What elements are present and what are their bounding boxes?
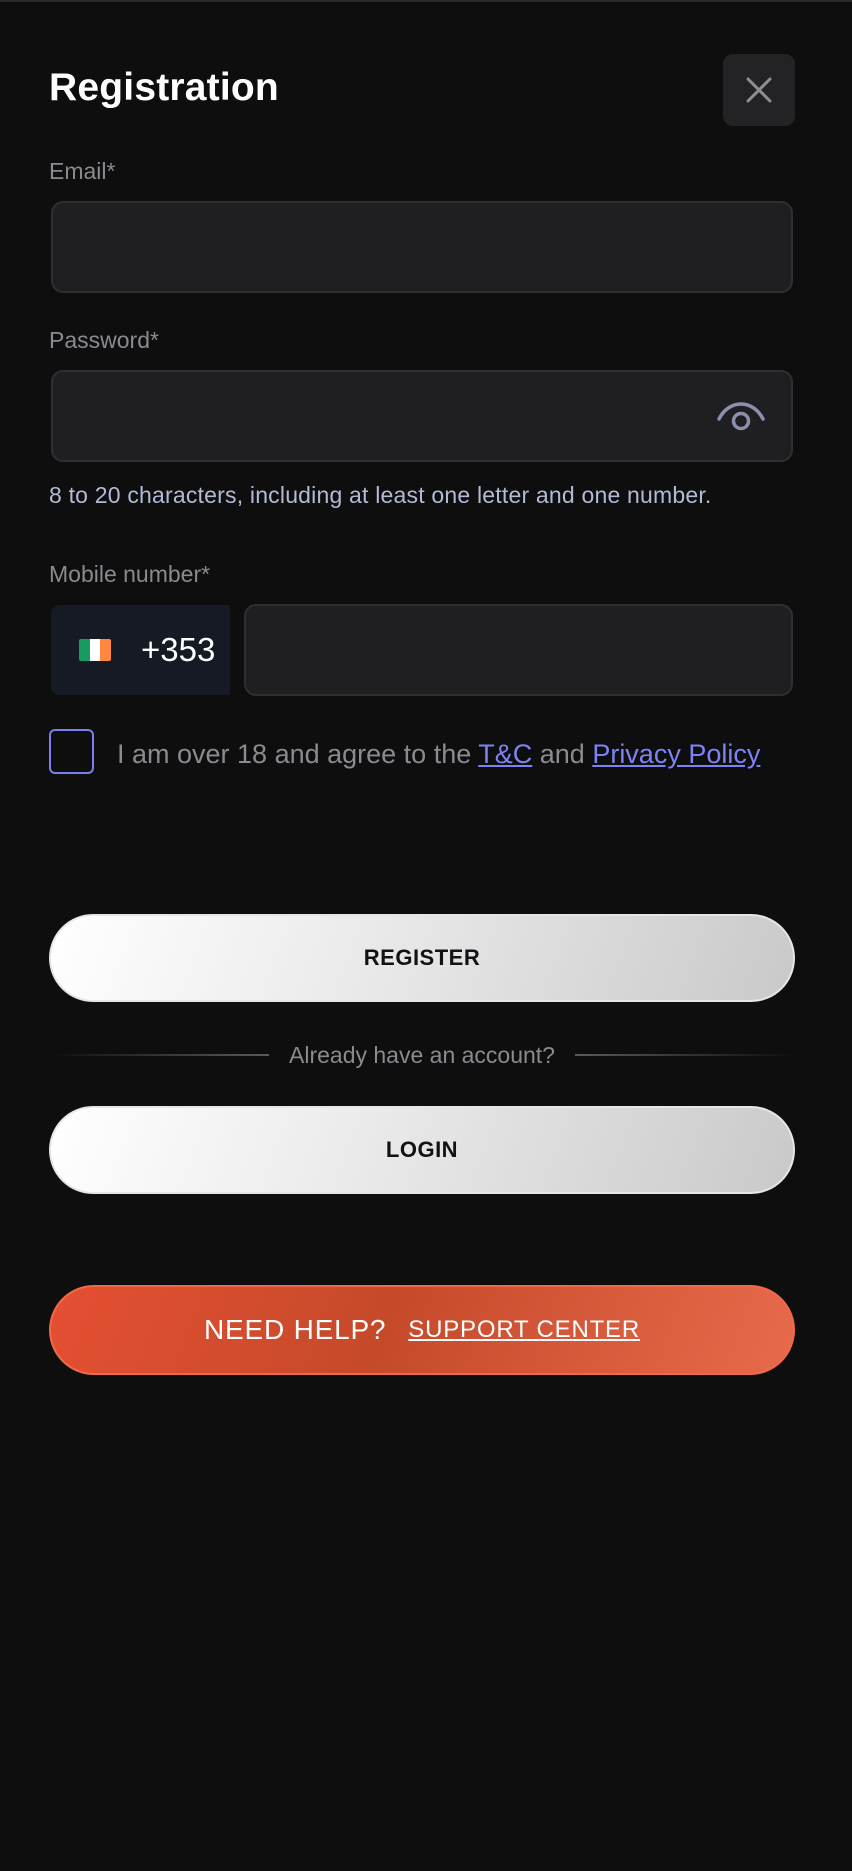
country-code-selector[interactable]: +353 bbox=[51, 605, 230, 695]
privacy-policy-link[interactable]: Privacy Policy bbox=[592, 739, 760, 769]
agreement-text-middle: and bbox=[532, 739, 593, 769]
register-button[interactable]: REGISTER bbox=[49, 914, 795, 1002]
registration-screen: Registration Email* Password* 8 to 20 ch… bbox=[0, 0, 852, 1871]
password-label: Password* bbox=[49, 327, 159, 353]
divider-line-right bbox=[574, 1054, 795, 1056]
page-title: Registration bbox=[49, 66, 279, 109]
dial-code: +353 bbox=[141, 631, 216, 668]
mobile-label: Mobile number* bbox=[49, 561, 211, 587]
ireland-flag-icon bbox=[79, 639, 111, 661]
divider-text: Already have an account? bbox=[289, 1041, 555, 1068]
terms-link[interactable]: T&C bbox=[478, 739, 532, 769]
age-terms-checkbox[interactable] bbox=[49, 729, 94, 774]
close-icon bbox=[746, 77, 772, 103]
login-button[interactable]: LOGIN bbox=[49, 1106, 795, 1194]
agreement-text: I am over 18 and agree to the T&C and Pr… bbox=[117, 730, 767, 778]
help-button[interactable]: NEED HELP? SUPPORT CENTER bbox=[49, 1285, 795, 1375]
help-label: NEED HELP? bbox=[204, 1314, 387, 1345]
mobile-number-field[interactable] bbox=[244, 604, 793, 696]
show-password-button[interactable] bbox=[712, 394, 770, 434]
password-field[interactable] bbox=[51, 370, 793, 462]
password-hint: 8 to 20 characters, including at least o… bbox=[49, 482, 712, 508]
agreement-text-start: I am over 18 and agree to the bbox=[117, 739, 479, 769]
eye-icon bbox=[717, 402, 765, 431]
login-divider: Already have an account? bbox=[49, 1038, 795, 1072]
email-label: Email* bbox=[49, 158, 116, 184]
close-button[interactable] bbox=[723, 54, 795, 126]
support-center-link[interactable]: SUPPORT CENTER bbox=[408, 1316, 640, 1344]
email-field[interactable] bbox=[51, 201, 793, 293]
divider-line-left bbox=[49, 1054, 270, 1056]
